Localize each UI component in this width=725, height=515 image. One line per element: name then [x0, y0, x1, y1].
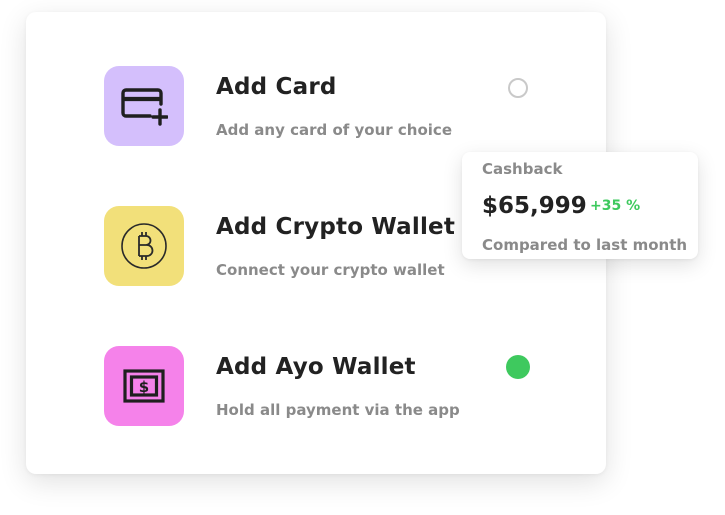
- add-ayo-wallet-title: Add Ayo Wallet: [216, 354, 416, 380]
- option-add-ayo-wallet[interactable]: $ Add Ayo Wallet Hold all payment via th…: [104, 346, 544, 428]
- cashback-title: Cashback: [482, 160, 563, 178]
- svg-text:$: $: [139, 378, 149, 396]
- option-add-card[interactable]: Add Card Add any card of your choice: [104, 66, 544, 148]
- add-card-tile: [104, 66, 184, 146]
- add-crypto-wallet-title: Add Crypto Wallet: [216, 214, 456, 240]
- cashback-change: +35 %: [590, 198, 641, 214]
- cashback-card: Cashback $65,999 +35 % Compared to last …: [462, 152, 698, 259]
- add-card-radio[interactable]: [508, 78, 528, 98]
- add-ayo-wallet-subtitle: Hold all payment via the app: [216, 401, 460, 419]
- credit-card-add-icon: [121, 88, 168, 126]
- stage: Add Card Add any card of your choice Add…: [0, 0, 725, 515]
- add-card-title: Add Card: [216, 74, 337, 100]
- cashback-amount: $65,999: [482, 193, 587, 219]
- cash-dollar-icon: $: [123, 369, 165, 403]
- add-ayo-wallet-radio-selected[interactable]: [506, 355, 530, 379]
- cashback-note: Compared to last month: [482, 236, 688, 254]
- bitcoin-icon: [121, 223, 167, 269]
- add-ayo-wallet-tile: $: [104, 346, 184, 426]
- add-card-subtitle: Add any card of your choice: [216, 121, 452, 139]
- add-crypto-wallet-tile: [104, 206, 184, 286]
- add-crypto-wallet-subtitle: Connect your crypto wallet: [216, 261, 445, 279]
